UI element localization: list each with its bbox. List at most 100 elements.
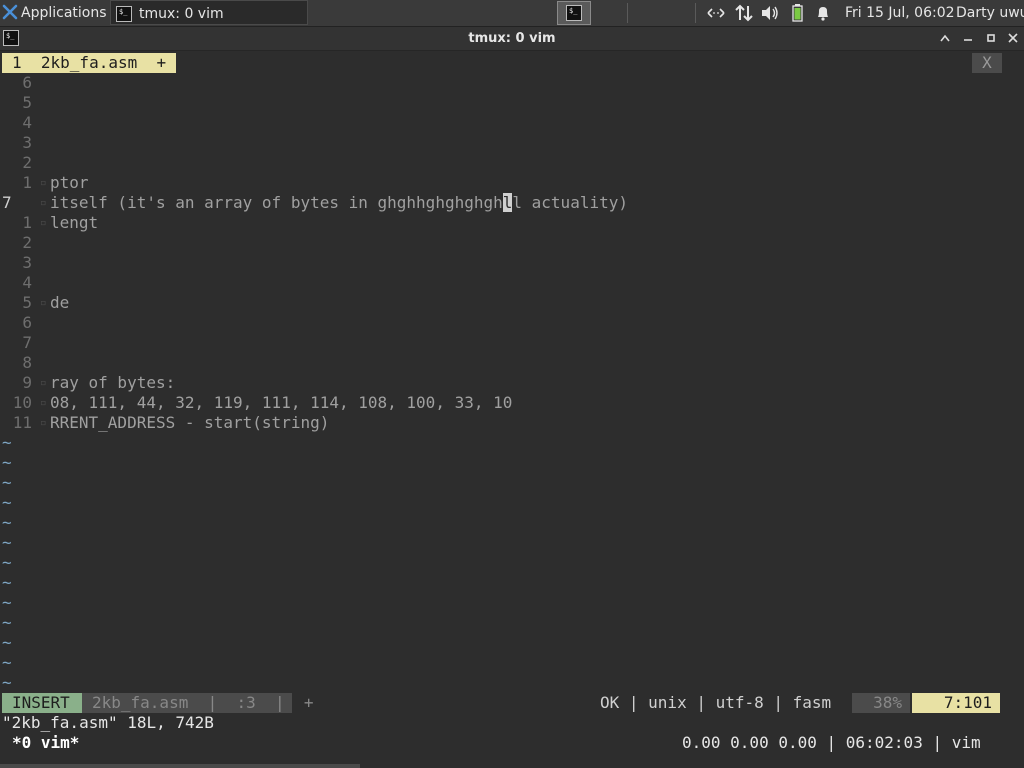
vim-file-format-info: OK | unix | utf-8 | fasm: [600, 693, 832, 712]
vim-line[interactable]: 4: [0, 273, 40, 293]
vim-mode-indicator: INSERT: [2, 693, 82, 713]
vim-scroll-percent: 38%: [852, 693, 910, 713]
vim-line[interactable]: 5: [0, 93, 40, 113]
panel-separator: [627, 3, 628, 23]
fold-marker-icon: ▫: [40, 196, 47, 209]
transfer-arrows-icon[interactable]: [733, 0, 755, 26]
line-number: 9: [22, 373, 32, 392]
empty-line-tilde: ~: [2, 473, 12, 492]
text-cursor: l: [502, 193, 513, 212]
vim-message-line: "2kb_fa.asm" 18L, 742B: [2, 713, 214, 732]
empty-line-tilde: ~: [2, 633, 12, 652]
line-text: de: [50, 293, 70, 312]
vim-line[interactable]: 7: [0, 333, 40, 353]
taskbar-window-title: tmux: 0 vim: [139, 6, 224, 22]
xfce-mouse-icon: [2, 4, 18, 20]
line-text: 08, 111, 44, 32, 119, 111, 114, 108, 100…: [50, 393, 513, 412]
vim-line-current[interactable]: 7 ▫ itself (it's an array of bytes in ghgh…: [0, 193, 628, 213]
fold-marker-icon: ▫: [40, 296, 47, 309]
empty-line-tilde: ~: [2, 613, 12, 632]
terminal-icon: [566, 5, 582, 21]
vim-line[interactable]: 2: [0, 153, 40, 173]
fold-marker-icon: ▫: [40, 416, 47, 429]
vim-tabline: 1 2kb_fa.asm + X: [0, 53, 1024, 73]
speaker-icon[interactable]: [759, 0, 781, 26]
vim-line[interactable]: 2: [0, 233, 40, 253]
line-text: lengt: [50, 213, 99, 232]
line-text: itself (it's an array of bytes in ghghhg…: [50, 193, 503, 212]
line-number: 4: [22, 273, 32, 292]
vim-line[interactable]: 1 ▫ lengt: [0, 213, 98, 233]
vim-line[interactable]: 6: [0, 73, 40, 93]
line-number: 3: [22, 253, 32, 272]
panel-clock[interactable]: Fri 15 Jul, 06:02: [845, 0, 955, 26]
vim-line[interactable]: 5 ▫ de: [0, 293, 69, 313]
tmux-window-list[interactable]: *0 vim*: [12, 733, 79, 752]
line-number: 10: [12, 393, 32, 412]
workspace-switcher[interactable]: [557, 1, 591, 25]
line-number: 5: [22, 293, 32, 312]
applications-label: Applications: [21, 5, 106, 21]
taskbar-window-button[interactable]: tmux: 0 vim: [110, 0, 308, 25]
empty-line-tilde: ~: [2, 433, 12, 452]
line-number: 6: [22, 313, 32, 332]
empty-line-tilde: ~: [2, 573, 12, 592]
empty-line-tilde: ~: [2, 673, 12, 692]
vim-file-info: 2kb_fa.asm | :3 | +: [82, 693, 314, 713]
empty-line-tilde: ~: [2, 493, 12, 512]
vim-cursor-position: 7:101: [912, 693, 1000, 713]
empty-line-tilde: ~: [2, 653, 12, 672]
empty-line-tilde: ~: [2, 593, 12, 612]
battery-icon[interactable]: [786, 0, 808, 26]
vim-line[interactable]: 3: [0, 253, 40, 273]
vim-line[interactable]: 1 ▫ ptor: [0, 173, 89, 193]
line-number: 1: [22, 173, 32, 192]
vim-line[interactable]: 10 ▫ 08, 111, 44, 32, 119, 111, 114, 108, …: [0, 393, 513, 413]
panel-separator: [695, 3, 696, 23]
line-text: RRENT_ADDRESS - start(string): [50, 413, 330, 432]
line-number: 6: [22, 73, 32, 92]
terminal-area[interactable]: 1 2kb_fa.asm + X 6 5 4 3 2 1 ▫ ptor 7 ▫ itself (it…: [0, 51, 1024, 768]
network-arrows-icon[interactable]: [705, 0, 727, 26]
vim-tab-close-button[interactable]: X: [972, 53, 1002, 73]
line-number: 11: [12, 413, 32, 432]
roll-up-button[interactable]: [935, 27, 955, 50]
line-number: 3: [22, 133, 32, 152]
user-menu[interactable]: Darty uwu: [956, 0, 1024, 26]
empty-line-tilde: ~: [2, 553, 12, 572]
notification-bell-icon[interactable]: [812, 0, 834, 26]
line-number: 1: [22, 213, 32, 232]
line-text-after-cursor: l actuality): [512, 193, 628, 212]
fold-marker-icon: ▫: [40, 396, 47, 409]
vim-tab[interactable]: 1 2kb_fa.asm +: [2, 53, 177, 73]
maximize-button[interactable]: [981, 27, 1001, 50]
applications-menu[interactable]: Applications ≡: [2, 0, 106, 26]
vim-statusline: INSERT 2kb_fa.asm | :3 | + OK | unix | u…: [0, 693, 1024, 713]
empty-line-tilde: ~: [2, 513, 12, 532]
line-number: 7: [22, 333, 32, 352]
fold-marker-icon: ▫: [40, 176, 47, 189]
close-button[interactable]: [1003, 27, 1023, 50]
line-text: ptor: [50, 173, 89, 192]
tmux-status-right: 0.00 0.00 0.00 | 06:02:03 | vim: [682, 733, 981, 752]
vim-line[interactable]: 6: [0, 313, 40, 333]
line-text: ray of bytes:: [50, 373, 176, 392]
line-number: 4: [22, 113, 32, 132]
line-number: 8: [22, 353, 32, 372]
line-number: 2: [22, 233, 32, 252]
vim-line[interactable]: 9 ▫ ray of bytes:: [0, 373, 175, 393]
bottom-scroll-strip: [0, 764, 360, 768]
vim-line[interactable]: 8: [0, 353, 40, 373]
vim-line[interactable]: 4: [0, 113, 40, 133]
window-title: tmux: 0 vim: [468, 31, 556, 46]
vim-line[interactable]: 3: [0, 133, 40, 153]
vim-line[interactable]: 11 ▫ RRENT_ADDRESS - start(string): [0, 413, 330, 433]
empty-line-tilde: ~: [2, 453, 12, 472]
minimize-button[interactable]: [958, 27, 978, 50]
empty-line-tilde: ~: [2, 533, 12, 552]
top-panel: Applications ≡ tmux: 0 vim Fri 15 Jul, 0…: [0, 0, 1024, 27]
line-number: 2: [22, 153, 32, 172]
window-titlebar[interactable]: tmux: 0 vim: [0, 27, 1024, 51]
fold-marker-icon: ▫: [40, 376, 47, 389]
line-number: 5: [22, 93, 32, 112]
